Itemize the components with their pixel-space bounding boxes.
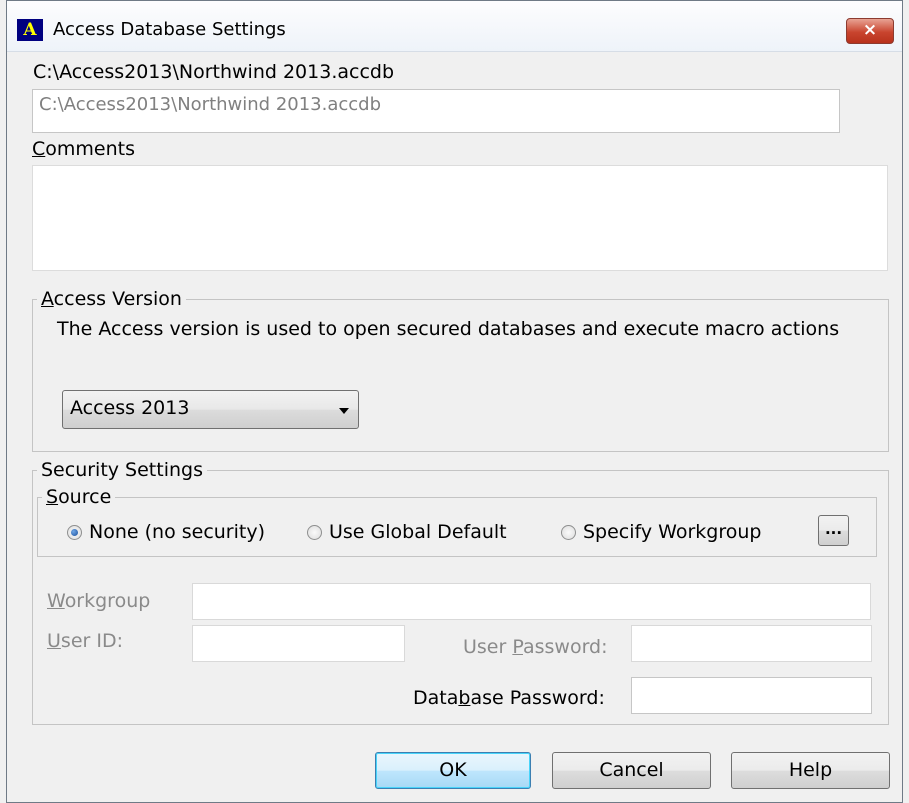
ok-button[interactable]: OK — [375, 752, 531, 789]
browse-workgroup-button[interactable]: ... — [818, 515, 849, 546]
radio-global-default[interactable]: Use Global Default — [307, 521, 507, 543]
workgroup-field[interactable] — [192, 583, 871, 620]
comments-textarea[interactable] — [32, 165, 888, 271]
database-password-field[interactable] — [631, 677, 872, 714]
access-version-description: The Access version is used to open secur… — [57, 318, 840, 340]
database-password-label: Database Password: — [413, 687, 605, 709]
help-button[interactable]: Help — [731, 752, 890, 789]
radio-specify-workgroup[interactable]: Specify Workgroup — [561, 521, 761, 543]
dialog-window: A Access Database Settings × C:\Access20… — [6, 0, 903, 803]
access-version-selected: Access 2013 — [70, 397, 190, 419]
database-path-field[interactable]: C:\Access2013\Northwind 2013.accdb — [32, 89, 840, 133]
workgroup-label: Workgroup — [47, 590, 151, 612]
security-settings-legend: Security Settings — [41, 459, 203, 481]
chevron-down-icon — [339, 408, 349, 414]
user-password-label: User Password: — [463, 636, 608, 658]
comments-label: Comments — [32, 138, 136, 160]
radio-none-security[interactable]: None (no security) — [67, 521, 265, 543]
window-title: Access Database Settings — [53, 19, 286, 40]
radio-selected-icon — [67, 524, 82, 540]
radio-none-label: None (no security) — [89, 521, 266, 543]
user-id-field[interactable] — [192, 625, 405, 662]
radio-workgroup-label: Specify Workgroup — [583, 521, 762, 543]
radio-unselected-icon — [561, 524, 576, 540]
close-icon: × — [862, 20, 878, 40]
user-id-label: User ID: — [47, 630, 123, 652]
database-path-label: C:\Access2013\Northwind 2013.accdb — [33, 61, 395, 83]
close-button[interactable]: × — [846, 18, 894, 44]
access-version-dropdown[interactable]: Access 2013 — [62, 390, 359, 429]
radio-global-label: Use Global Default — [329, 521, 507, 543]
access-version-legend: Access Version — [41, 288, 182, 310]
source-legend: Source — [46, 486, 112, 508]
user-password-field[interactable] — [631, 625, 872, 662]
radio-unselected-icon — [307, 524, 322, 540]
title-bar[interactable]: A Access Database Settings × — [7, 1, 902, 52]
cancel-button[interactable]: Cancel — [552, 752, 711, 789]
access-app-icon: A — [17, 19, 43, 41]
